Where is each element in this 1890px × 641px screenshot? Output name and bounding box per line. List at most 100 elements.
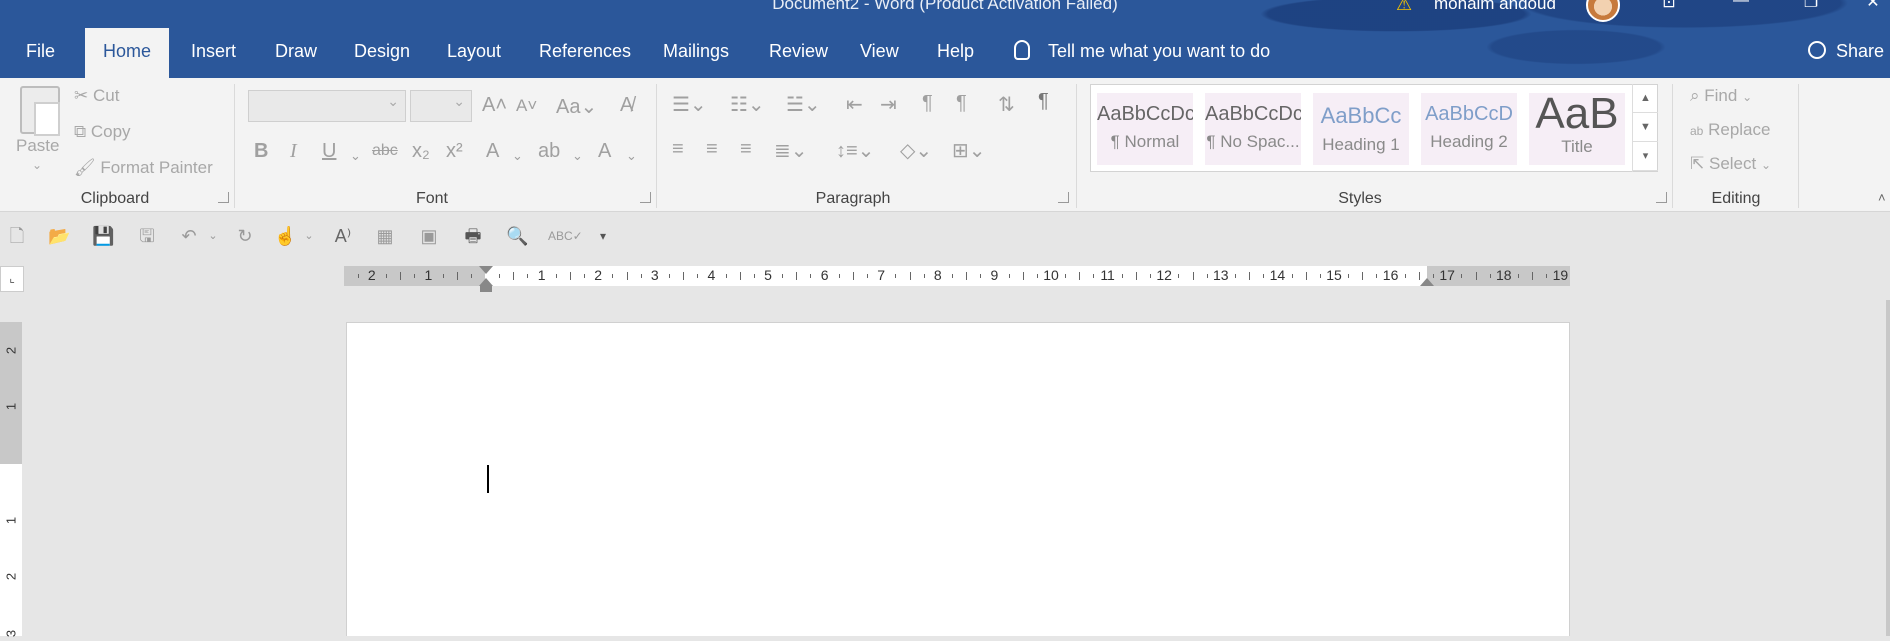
share-button[interactable]: Share (1808, 28, 1884, 78)
style-no-spacing[interactable]: AaBbCcDc ¶ No Spac... (1205, 93, 1301, 165)
scroll-up-icon[interactable]: ▲ (1633, 84, 1658, 113)
tell-me-search[interactable]: Tell me what you want to do (1014, 28, 1270, 78)
bullets-icon[interactable]: ☰⌄ (672, 92, 707, 117)
multilevel-list-icon[interactable]: ☱⌄ (786, 92, 821, 117)
close-icon[interactable]: ✕ (1858, 0, 1888, 12)
insert-picture-icon[interactable]: ▣ (418, 225, 440, 247)
bold-icon[interactable]: B (254, 140, 268, 163)
strikethrough-icon[interactable]: abc (372, 142, 398, 160)
clear-formatting-icon[interactable]: A̸ (620, 94, 633, 117)
text-effects-icon[interactable]: A (486, 140, 499, 163)
superscript-icon[interactable]: x² (446, 140, 463, 163)
italic-icon[interactable]: I (290, 140, 297, 163)
shading-icon[interactable]: ◇⌄ (900, 138, 932, 163)
paragraph-launcher-icon[interactable] (1058, 192, 1069, 203)
show-formatting-marks-icon[interactable]: ¶ (1038, 90, 1049, 113)
print-icon[interactable]: 🖶 (462, 225, 484, 247)
rtl-icon[interactable]: ¶ (956, 92, 967, 115)
left-indent-marker[interactable] (480, 286, 492, 292)
tab-references[interactable]: References (521, 28, 649, 78)
font-size-combo[interactable] (410, 90, 472, 122)
tab-insert[interactable]: Insert (173, 28, 254, 78)
chevron-down-icon[interactable]: ⌄ (298, 225, 320, 247)
chevron-down-icon[interactable]: ⌄ (512, 148, 523, 164)
undo-icon[interactable]: ↶ (178, 225, 200, 247)
justify-icon[interactable]: ≣⌄ (774, 138, 808, 163)
chevron-down-icon[interactable]: ⌄ (572, 148, 583, 164)
style-title[interactable]: AaB Title (1529, 93, 1625, 165)
open-folder-icon[interactable]: 📂 (48, 225, 70, 247)
format-painter-button[interactable]: 🖌 Format Painter (74, 158, 213, 178)
decrease-indent-icon[interactable]: ⇤ (846, 92, 863, 117)
chevron-down-icon[interactable]: ⌄ (202, 225, 224, 247)
style-normal[interactable]: AaBbCcDc ¶ Normal (1097, 93, 1193, 165)
align-left-icon[interactable]: ≡ (672, 138, 684, 161)
user-name[interactable]: mohaim andoud (1434, 0, 1556, 14)
change-case-icon[interactable]: Aa⌄ (556, 94, 597, 119)
tab-draw[interactable]: Draw (257, 28, 335, 78)
ltr-icon[interactable]: ¶ (922, 92, 933, 115)
tab-selector[interactable]: ⌞ (0, 266, 24, 292)
vertical-scrollbar[interactable] (1886, 300, 1890, 636)
new-document-icon[interactable]: 🗋 (6, 225, 28, 247)
touch-mode-icon[interactable]: ☝ (274, 225, 296, 247)
spelling-icon[interactable]: ABC✓ (548, 225, 583, 247)
ruler-tick (1475, 272, 1477, 280)
highlight-icon[interactable]: ab (538, 140, 560, 163)
warning-icon[interactable]: ⚠ (1396, 0, 1412, 15)
tab-review[interactable]: Review (751, 28, 846, 78)
redo-icon[interactable]: ↻ (234, 225, 256, 247)
line-spacing-icon[interactable]: ↕≡⌄ (836, 138, 874, 163)
chevron-down-icon[interactable]: ⌄ (350, 148, 361, 164)
print-preview-icon[interactable]: 🔍 (506, 225, 528, 247)
draw-table-icon[interactable]: ▦ (374, 225, 396, 247)
copy-button[interactable]: ⧉ Copy (74, 122, 131, 142)
collapse-ribbon-icon[interactable]: ˄ (1878, 190, 1886, 205)
increase-indent-icon[interactable]: ⇥ (880, 92, 897, 117)
find-button[interactable]: ⌕ Find ⌄ (1690, 86, 1752, 106)
cut-button[interactable]: ✂ Cut (74, 86, 119, 106)
document-page[interactable] (346, 322, 1570, 636)
styles-launcher-icon[interactable] (1656, 192, 1667, 203)
tab-view[interactable]: View (842, 28, 917, 78)
save-icon[interactable]: 💾 (92, 225, 114, 247)
right-indent-marker[interactable] (1420, 278, 1434, 286)
style-heading-2[interactable]: AaBbCcD Heading 2 (1421, 93, 1517, 165)
horizontal-ruler[interactable]: 2 1 1 2 3 4 5 6 7 8 9 10 11 12 13 14 15 16 17 18 19 (344, 266, 1570, 286)
more-styles-icon[interactable]: ▾ (1633, 142, 1658, 171)
first-line-indent-marker[interactable] (479, 266, 493, 274)
font-color-icon[interactable]: A (598, 140, 611, 163)
customize-toolbar-icon[interactable]: ▾ (592, 225, 614, 247)
align-center-icon[interactable]: ≡ (706, 138, 718, 161)
save-as-icon[interactable]: 🖫 (136, 225, 158, 247)
tab-home[interactable]: Home (85, 28, 170, 78)
numbering-icon[interactable]: ☷⌄ (730, 92, 765, 117)
tab-design[interactable]: Design (336, 28, 428, 78)
scroll-down-icon[interactable]: ▼ (1633, 113, 1658, 142)
tab-file[interactable]: File (8, 28, 73, 78)
chevron-down-icon[interactable]: ⌄ (626, 148, 637, 164)
vertical-ruler[interactable]: 2 1 1 2 3 (0, 322, 22, 637)
font-launcher-icon[interactable] (640, 192, 651, 203)
underline-icon[interactable]: U (322, 140, 336, 163)
minimize-icon[interactable]: — (1726, 0, 1756, 10)
font-name-combo[interactable] (248, 90, 406, 122)
ribbon-display-options-icon[interactable]: ⊡ (1654, 0, 1684, 12)
shrink-font-icon[interactable]: A˅ (516, 96, 537, 116)
clipboard-launcher-icon[interactable] (218, 192, 229, 203)
ruler-tick (980, 274, 982, 278)
tab-help[interactable]: Help (919, 28, 992, 78)
grow-font-icon[interactable]: A˄ (482, 94, 507, 117)
style-heading-1[interactable]: AaBbCc Heading 1 (1313, 93, 1409, 165)
replace-button[interactable]: ab Replace (1690, 120, 1770, 140)
subscript-icon[interactable]: x₂ (412, 140, 430, 163)
tab-layout[interactable]: Layout (429, 28, 519, 78)
align-right-icon[interactable]: ≡ (740, 138, 752, 161)
tab-mailings[interactable]: Mailings (645, 28, 747, 78)
read-aloud-icon[interactable]: A⁾ (332, 225, 354, 247)
borders-icon[interactable]: ⊞⌄ (952, 138, 986, 163)
hanging-indent-marker[interactable] (479, 278, 493, 286)
sort-icon[interactable]: ⇅ (998, 92, 1015, 117)
select-button[interactable]: ⇱ Select ⌄ (1690, 154, 1771, 174)
restore-icon[interactable]: ❐ (1796, 0, 1826, 12)
